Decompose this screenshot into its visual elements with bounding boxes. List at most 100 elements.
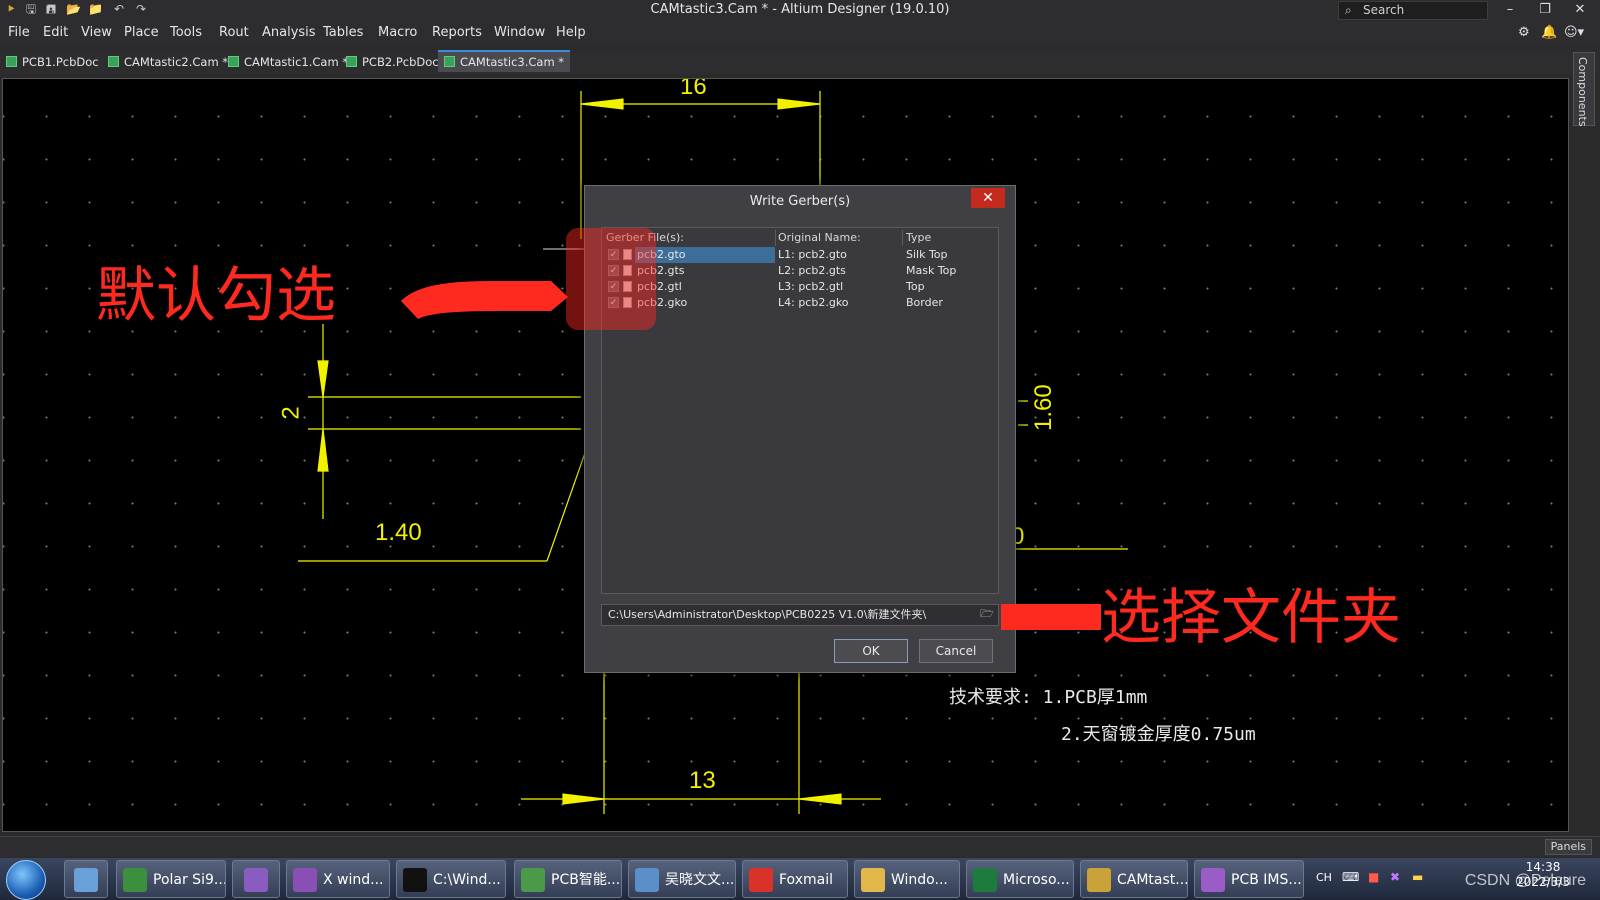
app-icon [1201, 868, 1225, 892]
layer-type: Silk Top [906, 248, 948, 261]
components-panel-tab[interactable]: Components [1573, 52, 1595, 127]
taskbar-item-label: X wind... [323, 872, 384, 888]
minimize-button[interactable]: – [1497, 1, 1523, 19]
menu-edit[interactable]: Edit [43, 25, 68, 40]
notifications-bell-icon[interactable]: 🔔 [1541, 25, 1557, 40]
tech-note-line-1: 技术要求: 1.PCB厚1mm [949, 687, 1148, 708]
menu-help[interactable]: Help [556, 25, 586, 40]
app-icon [973, 868, 997, 892]
taskbar-item[interactable]: Windo... [854, 860, 960, 898]
ok-button[interactable]: OK [834, 639, 908, 663]
dialog-title: Write Gerber(s) [749, 194, 851, 209]
panels-button[interactable]: Panels [1544, 839, 1592, 855]
taskbar-item[interactable]: PCB IMS... [1194, 860, 1304, 898]
taskbar-item[interactable]: CAMtast... [1080, 860, 1188, 898]
annotation-highlight-box [566, 228, 656, 330]
taskbar-item[interactable]: PCB智能... [514, 860, 622, 898]
tray-x-icon[interactable]: ✖ [1390, 870, 1400, 884]
taskbar-item-label: Foxmail [779, 872, 833, 888]
taskbar-item-label: CAMtast... [1117, 872, 1188, 888]
menu-view[interactable]: View [81, 25, 112, 40]
dim-label-1-40: 1.40 [375, 519, 422, 546]
taskbar-item[interactable]: 吴晓文文... [628, 860, 736, 898]
dialog-close-button[interactable]: ✕ [971, 188, 1005, 208]
app-icon [403, 868, 427, 892]
tab-label: PCB1.PcbDoc [22, 55, 99, 69]
search-input[interactable]: ⌕ Search [1338, 1, 1488, 20]
windows-taskbar: Polar Si9... X wind... C:\Wind... PCB智能.… [0, 858, 1600, 900]
taskbar-item[interactable]: C:\Wind... [396, 860, 506, 898]
status-bar: Panels [0, 836, 1600, 857]
menu-rout[interactable]: Rout [219, 25, 249, 40]
menu-file[interactable]: File [8, 25, 30, 40]
dim-label-1-60: 1.60 [1030, 384, 1057, 431]
app-icon [521, 868, 545, 892]
column-divider [902, 230, 903, 246]
app-icon [1087, 868, 1111, 892]
taskbar-item-label: PCB智能... [551, 872, 621, 888]
annotation-default-checked: 默认勾选 [96, 261, 336, 331]
gerber-row[interactable]: ✓ pcb2.gko L4: pcb2.gko Border [602, 295, 998, 311]
taskbar-item[interactable] [232, 860, 280, 898]
app-icon [244, 868, 268, 892]
tray-folder-icon[interactable]: ▬ [1412, 870, 1423, 884]
original-name: L4: pcb2.gko [778, 296, 849, 309]
tray-app-icon[interactable]: ■ [1368, 870, 1379, 884]
layer-type: Mask Top [906, 264, 957, 277]
menu-window[interactable]: Window [494, 25, 545, 40]
output-folder-path: C:\Users\Administrator\Desktop\PCB0225 V… [608, 608, 927, 621]
tech-note-line-2: 2.天窗镀金厚度0.75um [1061, 724, 1256, 745]
title-bar: ⯈ 🖫 🖪 📂 📁 ↶ ↷ CAMtastic3.Cam * - Altium … [0, 0, 1600, 20]
cancel-button[interactable]: Cancel [919, 639, 993, 663]
taskbar-item[interactable]: Polar Si9... [116, 860, 226, 898]
user-account-icon[interactable]: ☺▾ [1564, 25, 1584, 40]
search-icon: ⌕ [1345, 3, 1352, 17]
show-desktop-button[interactable] [64, 860, 108, 898]
browse-folder-icon[interactable]: 🗁 [980, 607, 994, 621]
menu-macro[interactable]: Macro [378, 25, 417, 40]
restore-button[interactable]: ❐ [1532, 1, 1558, 19]
search-label: Search [1363, 3, 1405, 17]
tab-camtastic1[interactable]: CAMtastic1.Cam * [222, 52, 354, 72]
app-icon [123, 868, 147, 892]
language-indicator[interactable]: CH [1316, 871, 1332, 884]
tab-pcb1[interactable]: PCB1.PcbDoc [0, 52, 105, 72]
taskbar-item-label: C:\Wind... [433, 872, 501, 888]
dim-label-2: 2 [277, 406, 305, 420]
cam-doc-icon [228, 56, 239, 67]
taskbar-item-label: 吴晓文文... [665, 872, 735, 888]
annotation-select-folder: 选择文件夹 [1101, 583, 1401, 653]
annotation-arrow-left [401, 280, 568, 319]
start-button[interactable] [6, 860, 46, 900]
gerber-row[interactable]: ✓ pcb2.gto L1: pcb2.gto Silk Top [602, 247, 998, 263]
menu-reports[interactable]: Reports [432, 25, 482, 40]
tab-camtastic2[interactable]: CAMtastic2.Cam * [102, 52, 234, 72]
taskbar-item-label: PCB IMS... [1231, 872, 1302, 888]
gerber-row[interactable]: ✓ pcb2.gtl L3: pcb2.gtl Top [602, 279, 998, 295]
close-window-button[interactable]: ✕ [1567, 1, 1593, 19]
app-icon [293, 868, 317, 892]
app-icon [635, 868, 659, 892]
original-name: L1: pcb2.gto [778, 248, 847, 261]
gerber-row[interactable]: ✓ pcb2.gts L2: pcb2.gts Mask Top [602, 263, 998, 279]
column-header-type[interactable]: Type [906, 230, 931, 246]
taskbar-item[interactable]: Microso... [966, 860, 1074, 898]
menu-tables[interactable]: Tables [323, 25, 363, 40]
tab-label: CAMtastic2.Cam * [124, 55, 229, 69]
column-header-original-name[interactable]: Original Name: [778, 230, 861, 246]
app-icon [861, 868, 885, 892]
gerber-file-list[interactable]: Gerber File(s): Original Name: Type ✓ pc… [601, 227, 999, 594]
column-divider [775, 230, 776, 246]
taskbar-item[interactable]: X wind... [286, 860, 390, 898]
settings-gear-icon[interactable]: ⚙ [1518, 25, 1530, 40]
tab-camtastic3-active[interactable]: CAMtastic3.Cam * [438, 50, 571, 72]
menu-tools[interactable]: Tools [170, 25, 202, 40]
taskbar-item[interactable]: Foxmail [742, 860, 848, 898]
keyboard-icon[interactable]: ⌨ [1342, 870, 1359, 884]
output-folder-field[interactable]: C:\Users\Administrator\Desktop\PCB0225 V… [601, 604, 999, 626]
menu-analysis[interactable]: Analysis [262, 25, 316, 40]
dimension-2 [308, 324, 581, 519]
tab-pcb2[interactable]: PCB2.PcbDoc [340, 52, 445, 72]
menu-place[interactable]: Place [124, 25, 159, 40]
tab-label: CAMtastic3.Cam * [460, 55, 565, 69]
